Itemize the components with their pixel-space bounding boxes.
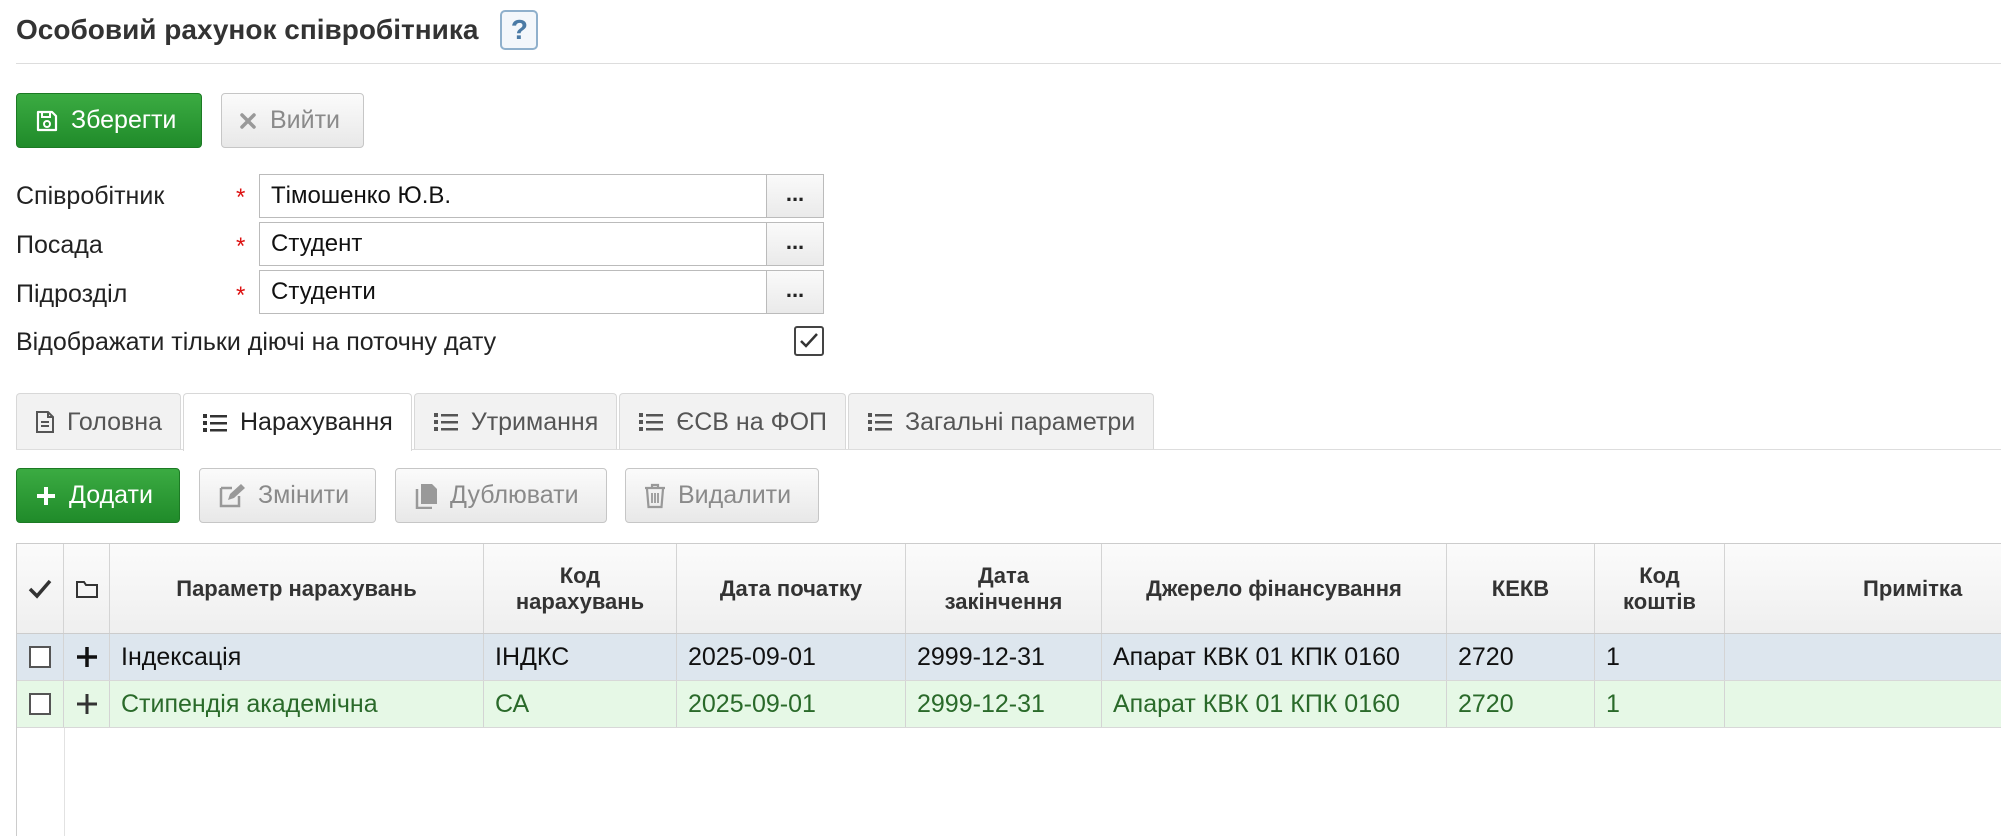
list-icon <box>202 412 228 434</box>
column-header[interactable]: Джерело фінансування <box>1102 544 1447 633</box>
list-icon <box>433 411 459 433</box>
exit-button[interactable]: Вийти <box>221 93 364 148</box>
tab-accruals[interactable]: Нарахування <box>182 393 412 451</box>
param-cell: Стипендія академічна <box>110 681 484 727</box>
employee-value: Тімошенко Ю.В. <box>271 182 452 209</box>
edit-icon <box>218 483 246 509</box>
list-icon <box>867 411 893 433</box>
end-date-cell: 2999-12-31 <box>906 681 1102 727</box>
expand-cell[interactable] <box>64 681 110 727</box>
start-date-cell: 2025-09-01 <box>677 681 906 727</box>
select-all-column[interactable] <box>17 544 64 633</box>
edit-button[interactable]: Змінити <box>199 468 376 523</box>
plus-icon <box>76 647 97 667</box>
code-cell: СА <box>484 681 677 727</box>
table-row[interactable]: Стипендія академічна СА 2025-09-01 2999-… <box>17 681 2001 728</box>
delete-button-label: Видалити <box>678 481 792 509</box>
row-checkbox[interactable] <box>29 646 51 668</box>
tab-label: Утримання <box>470 407 599 436</box>
tab-main[interactable]: Головна <box>16 393 181 450</box>
duplicate-button-label: Дублювати <box>450 481 579 509</box>
copy-icon <box>414 483 438 509</box>
tab-bar: Головна Нарахування Утримання ЄСВ на ФОП… <box>16 393 1156 451</box>
department-value: Студенти <box>271 278 376 305</box>
position-label: Посада <box>16 231 103 259</box>
department-label: Підрозділ <box>16 280 128 308</box>
note-cell <box>1725 681 2001 727</box>
floppy-disk-icon <box>35 109 59 133</box>
fund-code-cell: 1 <box>1595 634 1725 680</box>
trash-icon <box>644 483 666 509</box>
list-icon <box>638 411 664 433</box>
title-bar: Особовий рахунок співробітника ? <box>16 6 539 54</box>
start-date-cell: 2025-09-01 <box>677 634 906 680</box>
row-select-cell[interactable] <box>17 681 64 727</box>
column-header[interactable]: Код нарахувань <box>484 544 677 633</box>
tab-label: ЄСВ на ФОП <box>676 407 827 436</box>
required-mark: * <box>236 233 246 260</box>
required-mark: * <box>236 184 246 211</box>
expand-cell[interactable] <box>64 634 110 680</box>
funding-source-cell: Апарат КВК 01 КПК 0160 <box>1102 681 1447 727</box>
checkmark-icon <box>800 333 818 348</box>
row-checkbox[interactable] <box>29 693 51 715</box>
page-title: Особовий рахунок співробітника <box>16 14 479 45</box>
employee-browse-button[interactable]: ... <box>766 175 823 217</box>
department-field[interactable]: Студенти ... <box>259 270 824 314</box>
title-divider <box>16 63 2001 64</box>
column-header[interactable]: Дата закінчення <box>906 544 1102 633</box>
end-date-cell: 2999-12-31 <box>906 634 1102 680</box>
column-header[interactable]: Код коштів <box>1595 544 1725 633</box>
active-only-label: Відображати тільки діючі на поточну дату <box>16 328 497 356</box>
tab-label: Головна <box>67 407 162 436</box>
column-header[interactable]: Дата початку <box>677 544 906 633</box>
tab-deductions[interactable]: Утримання <box>413 393 618 450</box>
add-button[interactable]: Додати <box>16 468 180 523</box>
plus-icon <box>35 485 57 507</box>
employee-label: Співробітник <box>16 182 165 210</box>
param-cell: Індексація <box>110 634 484 680</box>
document-icon <box>35 410 55 434</box>
position-browse-button[interactable]: ... <box>766 223 823 265</box>
code-cell: ІНДКС <box>484 634 677 680</box>
checkmark-icon <box>28 579 52 599</box>
employee-field[interactable]: Тімошенко Ю.В. ... <box>259 174 824 218</box>
edit-button-label: Змінити <box>258 481 350 509</box>
fund-code-cell: 1 <box>1595 681 1725 727</box>
tab-label: Нарахування <box>239 408 393 436</box>
accruals-table: Параметр нарахувань Код нарахувань Дата … <box>16 543 2001 836</box>
help-button[interactable]: ? <box>500 10 539 50</box>
tab-esv-fop[interactable]: ЄСВ на ФОП <box>619 393 846 450</box>
delete-button[interactable]: Видалити <box>625 468 819 523</box>
duplicate-button[interactable]: Дублювати <box>395 468 607 523</box>
tab-label: Загальні параметри <box>905 407 1136 436</box>
group-column[interactable] <box>64 544 110 633</box>
table-header: Параметр нарахувань Код нарахувань Дата … <box>17 544 2001 634</box>
add-button-label: Додати <box>69 481 153 509</box>
folder-icon <box>75 580 98 598</box>
required-mark: * <box>236 282 246 309</box>
column-header[interactable]: Примітка <box>1725 544 2001 633</box>
column-guide <box>64 728 65 836</box>
column-header[interactable]: КЕКВ <box>1447 544 1595 633</box>
position-field[interactable]: Студент ... <box>259 222 824 266</box>
save-button[interactable]: Зберегти <box>16 93 202 148</box>
row-select-cell[interactable] <box>17 634 64 680</box>
exit-button-label: Вийти <box>270 106 341 134</box>
kekv-cell: 2720 <box>1447 634 1595 680</box>
kekv-cell: 2720 <box>1447 681 1595 727</box>
note-cell <box>1725 634 2001 680</box>
column-header[interactable]: Параметр нарахувань <box>110 544 484 633</box>
plus-icon <box>76 694 97 714</box>
position-value: Студент <box>271 230 363 257</box>
active-only-checkbox[interactable] <box>794 326 824 356</box>
department-browse-button[interactable]: ... <box>766 271 823 313</box>
table-row[interactable]: Індексація ІНДКС 2025-09-01 2999-12-31 А… <box>17 634 2001 681</box>
close-icon <box>238 111 258 131</box>
funding-source-cell: Апарат КВК 01 КПК 0160 <box>1102 634 1447 680</box>
tab-general-params[interactable]: Загальні параметри <box>848 393 1155 450</box>
save-button-label: Зберегти <box>71 106 177 134</box>
